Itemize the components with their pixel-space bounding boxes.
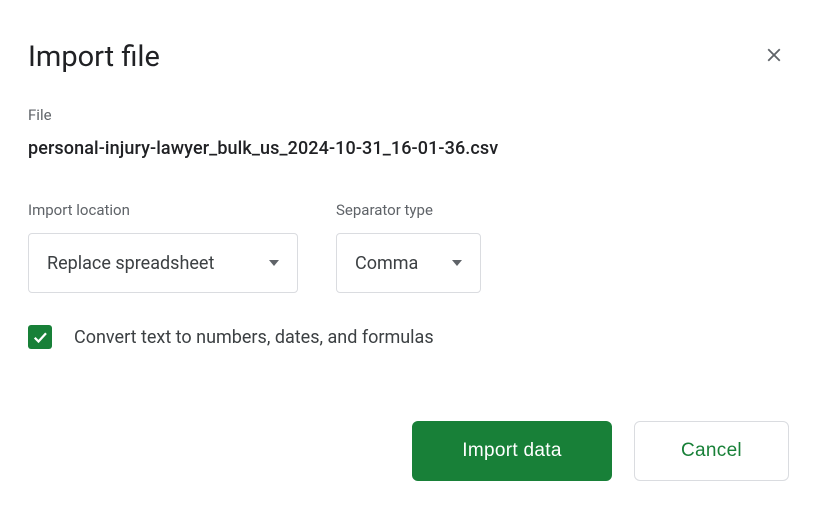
check-icon [31, 328, 49, 346]
convert-checkbox[interactable] [28, 325, 52, 349]
dialog-title: Import file [28, 40, 160, 74]
dialog-actions: Import data Cancel [28, 421, 789, 481]
separator-value: Comma [355, 253, 418, 274]
import-location-label: Import location [28, 201, 298, 219]
import-location-dropdown[interactable]: Replace spreadsheet [28, 233, 298, 293]
options-row: Import location Replace spreadsheet Sepa… [28, 201, 789, 293]
import-data-button[interactable]: Import data [412, 421, 612, 481]
import-location-group: Import location Replace spreadsheet [28, 201, 298, 293]
filename-text: personal-injury-lawyer_bulk_us_2024-10-3… [28, 138, 789, 159]
import-file-dialog: Import file File personal-injury-lawyer_… [0, 0, 817, 509]
file-label: File [28, 106, 789, 124]
separator-dropdown[interactable]: Comma [336, 233, 481, 293]
chevron-down-icon [269, 260, 279, 266]
chevron-down-icon [452, 260, 462, 266]
cancel-button[interactable]: Cancel [634, 421, 789, 481]
separator-group: Separator type Comma [336, 201, 481, 293]
separator-label: Separator type [336, 201, 481, 219]
dialog-header: Import file [28, 40, 789, 74]
close-button[interactable] [759, 40, 789, 70]
close-icon [763, 44, 785, 66]
convert-checkbox-row: Convert text to numbers, dates, and form… [28, 325, 789, 349]
import-location-value: Replace spreadsheet [47, 253, 214, 274]
convert-checkbox-label[interactable]: Convert text to numbers, dates, and form… [74, 327, 434, 348]
